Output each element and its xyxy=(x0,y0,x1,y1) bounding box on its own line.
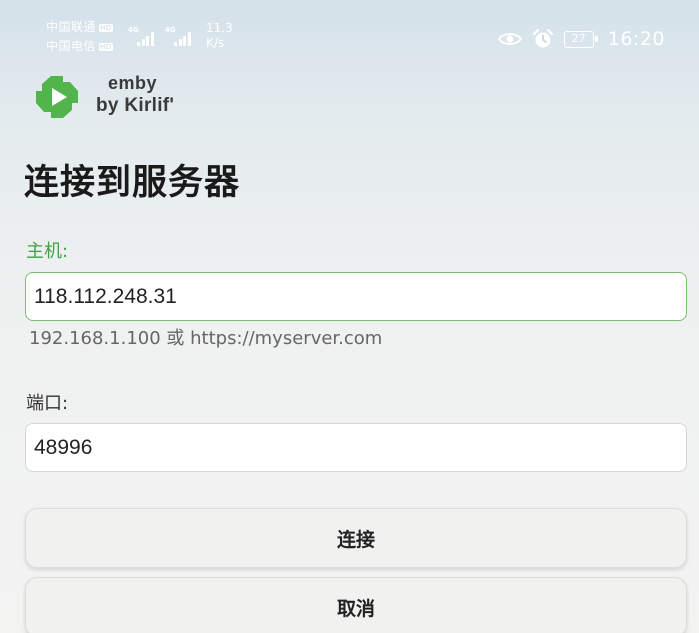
emby-logo-icon xyxy=(36,76,78,118)
eye-icon xyxy=(497,31,522,47)
host-label: 主机: xyxy=(26,241,69,262)
host-hint: 192.168.1.100 或 https://myserver.com xyxy=(29,328,383,349)
alarm-icon xyxy=(532,28,554,50)
hd-badge: HD xyxy=(99,42,113,51)
carrier-info: 中国联通 HD 中国电信 HD 4G 4G 11.3 K/s xyxy=(46,18,246,58)
carrier-1-name: 中国联通 xyxy=(46,20,97,34)
status-bar: 中国联通 HD 中国电信 HD 4G 4G 11.3 K/s 27 16:20 xyxy=(0,0,699,62)
status-icons: 27 16:20 xyxy=(497,26,665,52)
logo-sub: by Kirlif' xyxy=(96,95,175,116)
app-logo: emby by Kirlif' xyxy=(34,72,234,120)
logo-text: emby by Kirlif' xyxy=(96,72,174,118)
connect-button[interactable]: 连接 xyxy=(25,508,687,568)
hd-badge: HD xyxy=(99,23,113,32)
signal-icon: 4G xyxy=(165,26,191,48)
carrier-2-name: 中国电信 xyxy=(46,39,97,53)
speed-value: 11.3 xyxy=(206,21,233,35)
network-speed: 11.3 K/s xyxy=(206,21,233,51)
host-input[interactable] xyxy=(25,272,687,321)
cancel-button[interactable]: 取消 xyxy=(25,577,687,633)
speed-unit: K/s xyxy=(206,36,225,50)
battery-level: 27 xyxy=(571,31,586,45)
carrier-2: 中国电信 HD xyxy=(46,37,113,54)
page-title: 连接到服务器 xyxy=(24,163,241,203)
port-label: 端口: xyxy=(26,393,69,414)
battery-icon: 27 xyxy=(563,30,598,48)
port-input[interactable] xyxy=(25,423,687,472)
logo-name: emby xyxy=(108,73,158,93)
carrier-1: 中国联通 HD xyxy=(46,18,113,35)
clock: 16:20 xyxy=(607,28,665,50)
signal-icon: 4G xyxy=(128,26,154,48)
